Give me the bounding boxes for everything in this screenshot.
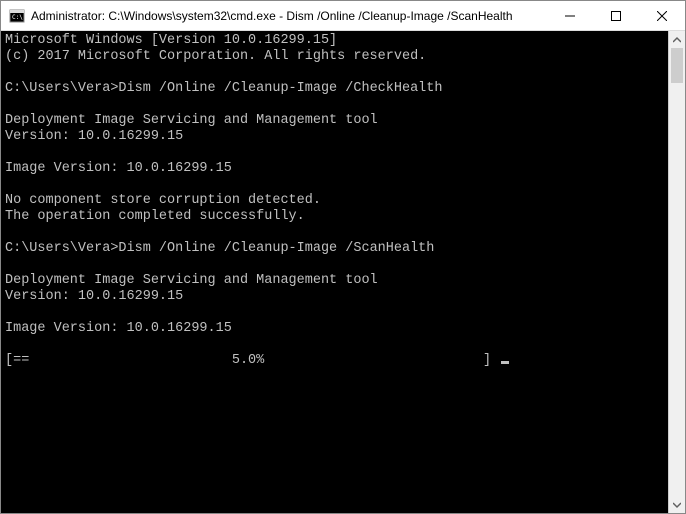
progress-bar-line: [== 5.0% ] <box>5 353 499 368</box>
prompt-path: C:\Users\Vera> <box>5 81 118 96</box>
image-version-line: Image Version: 10.0.16299.15 <box>5 321 232 336</box>
chevron-up-icon <box>673 36 681 44</box>
tool-name-line: Deployment Image Servicing and Managemen… <box>5 273 378 288</box>
command-prompt-window: C:\ Administrator: C:\Windows\system32\c… <box>0 0 686 514</box>
maximize-icon <box>611 11 621 21</box>
command-text: Dism /Online /Cleanup-Image /CheckHealth <box>118 81 442 96</box>
command-text: Dism /Online /Cleanup-Image /ScanHealth <box>118 241 434 256</box>
console-area: Microsoft Windows [Version 10.0.16299.15… <box>1 31 685 513</box>
copyright-line: (c) 2017 Microsoft Corporation. All righ… <box>5 49 426 64</box>
tool-version-line: Version: 10.0.16299.15 <box>5 289 183 304</box>
tool-version-line: Version: 10.0.16299.15 <box>5 129 183 144</box>
cursor <box>501 361 509 364</box>
tool-name-line: Deployment Image Servicing and Managemen… <box>5 113 378 128</box>
titlebar: C:\ Administrator: C:\Windows\system32\c… <box>1 1 685 31</box>
minimize-button[interactable] <box>547 1 593 30</box>
cmd-icon: C:\ <box>9 8 25 24</box>
chevron-down-icon <box>673 501 681 509</box>
close-button[interactable] <box>639 1 685 30</box>
image-version-line: Image Version: 10.0.16299.15 <box>5 161 232 176</box>
minimize-icon <box>565 11 575 21</box>
close-icon <box>657 11 667 21</box>
window-controls <box>547 1 685 30</box>
os-version-line: Microsoft Windows [Version 10.0.16299.15… <box>5 33 337 48</box>
scroll-thumb[interactable] <box>671 48 683 83</box>
scroll-down-button[interactable] <box>669 496 685 513</box>
prompt-path: C:\Users\Vera> <box>5 241 118 256</box>
result-line: The operation completed successfully. <box>5 209 305 224</box>
scroll-up-button[interactable] <box>669 31 685 48</box>
vertical-scrollbar[interactable] <box>668 31 685 513</box>
result-line: No component store corruption detected. <box>5 193 321 208</box>
scroll-track[interactable] <box>669 48 685 496</box>
maximize-button[interactable] <box>593 1 639 30</box>
svg-text:C:\: C:\ <box>12 14 23 21</box>
console-output[interactable]: Microsoft Windows [Version 10.0.16299.15… <box>1 31 668 513</box>
window-title: Administrator: C:\Windows\system32\cmd.e… <box>31 9 547 23</box>
